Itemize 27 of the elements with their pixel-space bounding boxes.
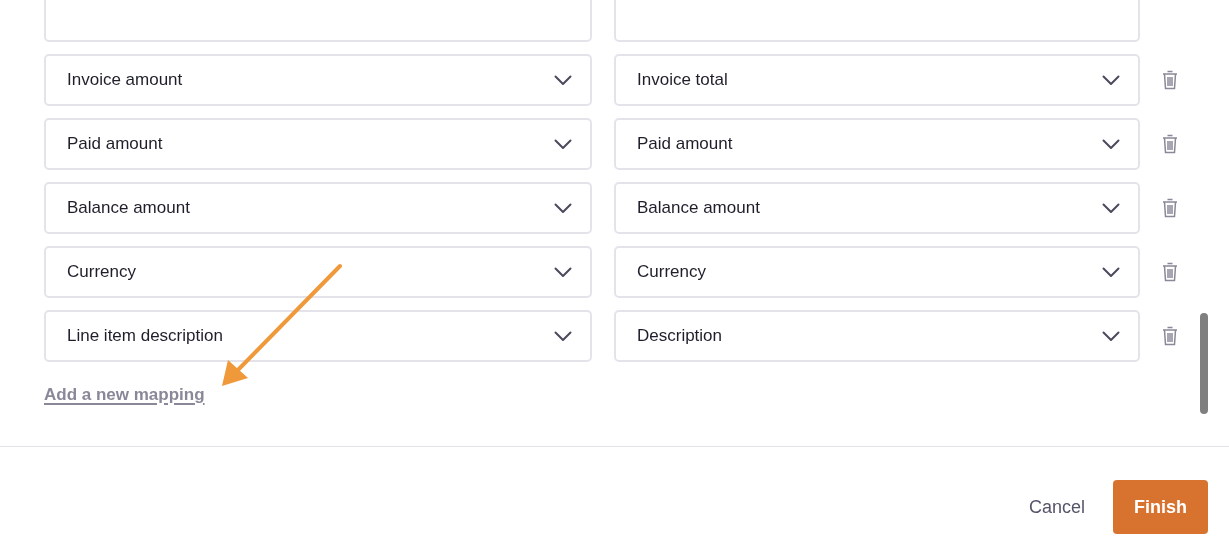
trash-icon[interactable] <box>1162 198 1178 218</box>
chevron-down-icon <box>1102 202 1120 214</box>
chevron-down-icon <box>554 74 572 86</box>
dropdown-field[interactable]: Currency <box>44 246 592 298</box>
dropdown-field[interactable]: Invoice total <box>614 54 1140 106</box>
trash-icon[interactable] <box>1162 326 1178 346</box>
dropdown-field[interactable]: Line item description <box>44 310 592 362</box>
dropdown-field[interactable]: Paid amount <box>44 118 592 170</box>
chevron-down-icon <box>1102 74 1120 86</box>
dropdown-field[interactable]: Balance amount <box>44 182 592 234</box>
trash-icon[interactable] <box>1162 134 1178 154</box>
dropdown-field[interactable]: Balance amount <box>614 182 1140 234</box>
chevron-down-icon <box>1102 138 1120 150</box>
dropdown-field[interactable]: Paid amount <box>614 118 1140 170</box>
chevron-down-icon <box>1102 266 1120 278</box>
trash-icon[interactable] <box>1162 262 1178 282</box>
dropdown-field[interactable]: Currency <box>614 246 1140 298</box>
chevron-down-icon <box>554 138 572 150</box>
dropdown-field[interactable]: Invoice amount <box>44 54 592 106</box>
trash-icon[interactable] <box>1162 70 1178 90</box>
chevron-down-icon <box>554 266 572 278</box>
cancel-button[interactable]: Cancel <box>1016 480 1097 534</box>
scrollbar[interactable] <box>1200 313 1208 414</box>
chevron-down-icon <box>1102 330 1120 342</box>
dropdown-field[interactable]: Description <box>614 310 1140 362</box>
chevron-down-icon <box>554 330 572 342</box>
chevron-down-icon <box>554 202 572 214</box>
